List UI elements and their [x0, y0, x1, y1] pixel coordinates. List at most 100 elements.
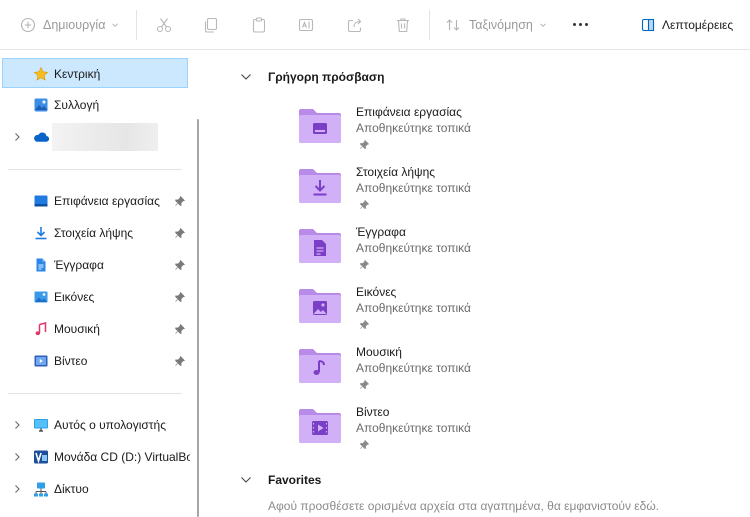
details-button[interactable]: Λεπτομέρειες — [640, 14, 733, 36]
desktop-folder-icon — [299, 109, 341, 143]
quick-access-item-desktop[interactable]: Επιφάνεια εργασίας Αποθηκεύτηκε τοπικά — [298, 105, 558, 161]
pin-icon[interactable] — [174, 291, 186, 303]
chevron-down-icon[interactable] — [240, 474, 252, 486]
item-name: Εικόνες — [356, 285, 397, 299]
video-icon — [33, 353, 49, 369]
sidebar-item-videos[interactable]: Βίντεο — [2, 346, 188, 376]
content-pane: Γρήγορη πρόσβαση Επιφάνεια εργασίας Αποθ… — [206, 51, 750, 517]
pin-icon — [360, 379, 370, 389]
section-title: Favorites — [268, 473, 322, 487]
share-icon — [347, 18, 362, 33]
star-home-icon — [33, 66, 49, 82]
chevron-right-icon[interactable] — [12, 419, 22, 431]
scissors-icon — [156, 18, 172, 33]
quick-access-item-pictures[interactable]: Εικόνες Αποθηκεύτηκε τοπικά — [298, 285, 558, 341]
sidebar-item-label: Αυτός ο υπολογιστής — [54, 418, 166, 432]
toolbar-divider — [136, 10, 137, 40]
sidebar-item-label: Δίκτυο — [54, 482, 89, 496]
quick-access-item-downloads[interactable]: Στοιχεία λήψης Αποθηκεύτηκε τοπικά — [298, 165, 558, 221]
trash-icon — [397, 18, 409, 33]
chevron-down-icon[interactable] — [240, 71, 252, 83]
sidebar-item-cd-drive[interactable]: Μονάδα CD (D:) VirtualBox — [2, 442, 190, 472]
pin-icon — [360, 319, 370, 329]
sidebar-scrollbar[interactable] — [197, 119, 199, 517]
sidebar-divider — [8, 393, 182, 394]
quick-access-item-documents[interactable]: Έγγραφα Αποθηκεύτηκε τοπικά — [298, 225, 558, 281]
copy-button[interactable] — [202, 14, 220, 36]
sidebar-item-label: Έγγραφα — [54, 258, 104, 272]
ellipsis-icon — [573, 23, 576, 26]
sidebar-item-downloads[interactable]: Στοιχεία λήψης — [2, 218, 188, 248]
copy-icon — [204, 17, 218, 33]
details-button-label: Λεπτομέρειες — [662, 18, 734, 32]
downloads-folder-icon — [299, 169, 341, 203]
share-button[interactable] — [346, 14, 364, 36]
sidebar-item-label: Επιφάνεια εργασίας — [54, 194, 160, 208]
sidebar-item-desktop[interactable]: Επιφάνεια εργασίας — [2, 186, 188, 216]
music-icon — [33, 321, 49, 337]
item-location: Αποθηκεύτηκε τοπικά — [356, 421, 471, 435]
sidebar-divider — [8, 169, 182, 170]
pictures-folder-icon — [299, 289, 341, 323]
sidebar-item-label: Κεντρική — [54, 67, 101, 81]
virtualbox-cd-icon — [33, 449, 49, 465]
delete-button[interactable] — [394, 14, 412, 36]
quick-access-item-videos[interactable]: Βίντεο Αποθηκεύτηκε τοπικά — [298, 405, 558, 461]
chevron-right-icon[interactable] — [12, 451, 22, 463]
cloud-icon — [33, 129, 49, 145]
quick-access-item-music[interactable]: Μουσική Αποθηκεύτηκε τοπικά — [298, 345, 558, 401]
sidebar-item-label: Μονάδα CD (D:) VirtualBox — [54, 450, 190, 464]
sidebar-item-label: Συλλογή — [54, 98, 100, 112]
item-location: Αποθηκεύτηκε τοπικά — [356, 181, 471, 195]
clipboard-icon — [252, 17, 266, 33]
sidebar-item-music[interactable]: Μουσική — [2, 314, 188, 344]
pin-icon[interactable] — [174, 195, 186, 207]
sidebar-item-label: Στοιχεία λήψης — [54, 226, 134, 240]
chevron-right-icon[interactable] — [12, 131, 22, 143]
sidebar-item-this-pc[interactable]: Αυτός ο υπολογιστής — [2, 410, 188, 440]
pin-icon[interactable] — [174, 323, 186, 335]
pictures-icon — [33, 289, 49, 305]
sidebar-item-pictures[interactable]: Εικόνες — [2, 282, 188, 312]
paste-button[interactable] — [250, 14, 268, 36]
item-name: Στοιχεία λήψης — [356, 165, 436, 179]
item-name: Έγγραφα — [356, 225, 406, 239]
item-location: Αποθηκεύτηκε τοπικά — [356, 121, 471, 135]
item-name: Μουσική — [356, 345, 402, 359]
item-location: Αποθηκεύτηκε τοπικά — [356, 301, 471, 315]
item-location: Αποθηκεύτηκε τοπικά — [356, 241, 471, 255]
chevron-down-icon — [112, 23, 119, 28]
sidebar-item-label: Μουσική — [54, 322, 100, 336]
chevron-down-icon — [540, 23, 546, 28]
rename-icon — [298, 18, 314, 32]
more-options-button[interactable] — [573, 23, 588, 26]
rename-button[interactable] — [297, 14, 315, 36]
cut-button[interactable] — [155, 14, 173, 36]
favorites-empty-message: Αφού προσθέσετε ορισμένα αρχεία στα αγαπ… — [268, 499, 660, 513]
pin-icon[interactable] — [174, 259, 186, 271]
sidebar-item-documents[interactable]: Έγγραφα — [2, 250, 188, 280]
sidebar-item-network[interactable]: Δίκτυο — [2, 474, 188, 504]
sidebar-item-label: Εικόνες — [54, 290, 95, 304]
navigation-pane: Κεντρική Συλλογή Επιφάνεια εργασίας Στοι… — [0, 51, 200, 517]
pin-icon[interactable] — [174, 227, 186, 239]
pin-icon[interactable] — [174, 355, 186, 367]
pin-icon — [360, 199, 370, 209]
sort-button-label: Ταξινόμηση — [469, 18, 533, 32]
section-title: Γρήγορη πρόσβαση — [268, 70, 385, 84]
details-pane-icon — [641, 18, 655, 32]
add-circle-icon — [20, 17, 36, 33]
videos-folder-icon — [299, 409, 341, 443]
computer-icon — [33, 417, 49, 433]
redacted-account-name — [52, 123, 158, 151]
sort-button[interactable]: Ταξινόμηση — [445, 14, 548, 36]
sidebar-item-home[interactable]: Κεντρική — [2, 58, 188, 88]
pin-icon — [360, 439, 370, 449]
new-button[interactable]: Δημιουργία — [20, 14, 120, 36]
sidebar-item-gallery[interactable]: Συλλογή — [2, 90, 188, 120]
gallery-icon — [33, 97, 49, 113]
sort-icon — [446, 19, 460, 31]
chevron-right-icon[interactable] — [12, 483, 22, 495]
sidebar-item-label: Βίντεο — [54, 354, 88, 368]
pin-icon — [360, 259, 370, 269]
